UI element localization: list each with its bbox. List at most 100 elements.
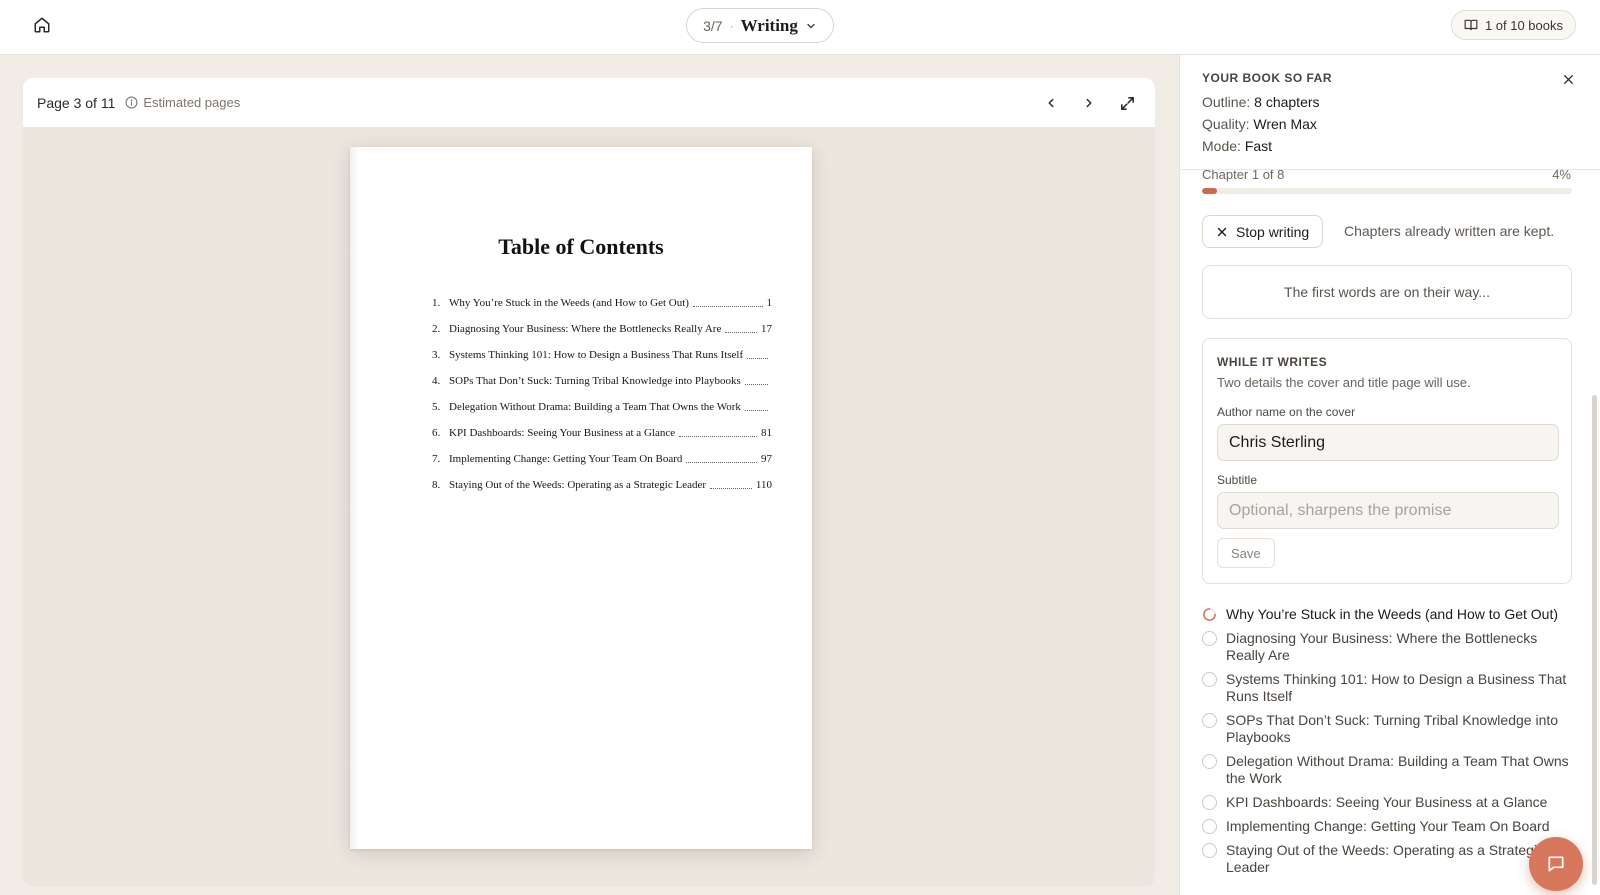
toc-entry-title: Implementing Change: Getting Your Team O…	[449, 453, 683, 465]
book-panel: YOUR BOOK SO FAR Outline: 8 chapters Qua…	[1179, 55, 1600, 895]
toc-entry-number: 6.	[432, 427, 441, 439]
fullscreen-button[interactable]	[1111, 88, 1143, 118]
close-icon	[1563, 74, 1573, 84]
book-preview: Page 3 of 11 Estimated pages Table of Co…	[23, 78, 1155, 885]
chevron-left-icon	[1048, 98, 1054, 108]
chapter-item[interactable]: Staying Out of the Weeds: Operating as a…	[1202, 842, 1572, 876]
chapter-title: Diagnosing Your Business: Where the Bott…	[1226, 630, 1538, 663]
step-selector[interactable]: 3/7 · Writing	[686, 8, 834, 43]
chapter-title: Staying Out of the Weeds: Operating as a…	[1226, 842, 1545, 875]
chapter-title: SOPs That Don’t Suck: Turning Tribal Kno…	[1226, 712, 1559, 745]
pending-circle-icon	[1202, 843, 1217, 858]
toc-entry-title: Staying Out of the Weeds: Operating as a…	[449, 479, 707, 491]
quality-value: Wren Max	[1253, 116, 1317, 132]
toc-entry-page: 81	[761, 427, 772, 439]
toc-entry-number: 5.	[432, 401, 441, 413]
toc-entry-leader	[692, 305, 763, 307]
toc-entry-leader	[725, 331, 757, 333]
quality-row: Quality: Wren Max	[1202, 116, 1317, 132]
pending-circle-icon	[1202, 795, 1217, 810]
preview-header: Page 3 of 11 Estimated pages	[23, 78, 1155, 128]
prev-page-button[interactable]	[1035, 88, 1067, 118]
chapter-item[interactable]: Systems Thinking 101: How to Design a Bu…	[1202, 671, 1572, 705]
chevron-down-icon	[807, 23, 815, 28]
subtitle-input[interactable]	[1217, 492, 1559, 529]
toc-entry-number: 7.	[432, 453, 441, 465]
estimated-pages[interactable]: Estimated pages	[125, 95, 240, 110]
progress-bar	[1202, 188, 1572, 194]
while-it-writes-title: WHILE IT WRITES	[1217, 355, 1328, 369]
toc-entry-leader	[710, 487, 752, 489]
toc-entry: 5. Delegation Without Drama: Building a T…	[432, 394, 772, 420]
spinner-icon	[1203, 608, 1216, 621]
mode-row: Mode: Fast	[1202, 138, 1272, 154]
step-name: Writing	[740, 15, 798, 35]
pending-circle-icon	[1202, 819, 1217, 834]
toc-entry-title: Delegation Without Drama: Building a Tea…	[449, 401, 741, 413]
preview-nav	[1035, 88, 1143, 118]
chapter-title: Delegation Without Drama: Building a Tea…	[1226, 753, 1569, 786]
writing-status: The first words are on their way...	[1202, 265, 1572, 319]
while-it-writes-card: WHILE IT WRITES Two details the cover an…	[1202, 338, 1572, 584]
chapter-title: Implementing Change: Getting Your Team O…	[1226, 818, 1550, 834]
toc-entry: 6. KPI Dashboards: Seeing Your Business a…	[432, 420, 772, 446]
toc-entry: 7. Implementing Change: Getting Your Team…	[432, 446, 772, 472]
books-counter-label: 1 of 10 books	[1484, 17, 1563, 33]
progress-fill	[1202, 188, 1217, 194]
toc-entry-title: Diagnosing Your Business: Where the Bott…	[449, 323, 722, 335]
outline-row: Outline: 8 chapters	[1202, 94, 1320, 110]
toc-entry-leader	[744, 383, 768, 385]
toc-entry-leader	[747, 357, 768, 359]
next-page-button[interactable]	[1073, 88, 1105, 118]
author-label: Author name on the cover	[1217, 405, 1356, 419]
pending-circle-icon	[1202, 631, 1217, 646]
page-indicator: Page 3 of 11	[37, 94, 116, 111]
toc-entry: 8. Staying Out of the Weeds: Operating as…	[432, 472, 772, 498]
toc-entry-title: Why You’re Stuck in the Weeds (and How t…	[449, 297, 689, 309]
outline-label: Outline:	[1202, 94, 1251, 110]
toc-entry: 4. SOPs That Don’t Suck: Turning Tribal K…	[432, 368, 772, 394]
pending-circle-icon	[1202, 754, 1217, 769]
step-separator: ·	[729, 18, 734, 33]
quality-label: Quality:	[1202, 116, 1250, 132]
toc-entry-leader	[744, 409, 768, 411]
chapter-item[interactable]: Diagnosing Your Business: Where the Bott…	[1202, 630, 1572, 664]
close-panel-button[interactable]	[1558, 69, 1578, 89]
home-icon	[34, 17, 50, 33]
toc-entry-title: KPI Dashboards: Seeing Your Business at …	[449, 427, 676, 439]
toc-entry: 1. Why You’re Stuck in the Weeds (and How…	[432, 290, 772, 316]
mode-label: Mode:	[1202, 138, 1241, 154]
panel-title: YOUR BOOK SO FAR	[1202, 71, 1333, 85]
books-counter[interactable]: 1 of 10 books	[1450, 10, 1576, 40]
stop-note: Chapters already written are kept.	[1344, 223, 1555, 239]
chapter-item[interactable]: Why You’re Stuck in the Weeds (and How t…	[1202, 606, 1572, 623]
home-button[interactable]	[30, 13, 54, 37]
subtitle-label: Subtitle	[1217, 473, 1258, 487]
save-button[interactable]: Save	[1217, 538, 1275, 568]
panel-scrollbar[interactable]	[1592, 395, 1597, 885]
panel-header: YOUR BOOK SO FAR Outline: 8 chapters Qua…	[1180, 55, 1600, 170]
stop-writing-button[interactable]: Stop writing	[1202, 215, 1324, 248]
toc-entry-title: Systems Thinking 101: How to Design a Bu…	[449, 349, 744, 361]
author-name-input[interactable]	[1217, 424, 1559, 461]
chat-button[interactable]	[1529, 837, 1583, 891]
toc-entry-title: SOPs That Don’t Suck: Turning Tribal Kno…	[449, 375, 741, 387]
chapter-title: KPI Dashboards: Seeing Your Business at …	[1226, 794, 1548, 810]
toc-entry-page: 110	[755, 479, 772, 491]
chapter-item[interactable]: Implementing Change: Getting Your Team O…	[1202, 818, 1572, 835]
outline-value: 8 chapters	[1254, 94, 1320, 110]
toc-entry-page: 97	[761, 453, 772, 465]
chapter-item[interactable]: SOPs That Don’t Suck: Turning Tribal Kno…	[1202, 712, 1572, 746]
book-icon	[1464, 19, 1478, 31]
toc-entry-number: 3.	[432, 349, 441, 361]
chapter-item[interactable]: KPI Dashboards: Seeing Your Business at …	[1202, 794, 1572, 811]
toc-entry: 3. Systems Thinking 101: How to Design a …	[432, 342, 772, 368]
chat-icon	[1548, 856, 1564, 872]
chapter-item[interactable]: Delegation Without Drama: Building a Tea…	[1202, 753, 1572, 787]
step-count: 3/7	[703, 17, 723, 34]
toc-entry-number: 8.	[432, 479, 441, 491]
while-it-writes-subtitle: Two details the cover and title page wil…	[1217, 375, 1471, 390]
book-page: Table of Contents 1. Why You’re Stuck in …	[350, 147, 812, 849]
estimated-pages-label: Estimated pages	[143, 95, 241, 110]
toc-entry: 2. Diagnosing Your Business: Where the Bo…	[432, 316, 772, 342]
